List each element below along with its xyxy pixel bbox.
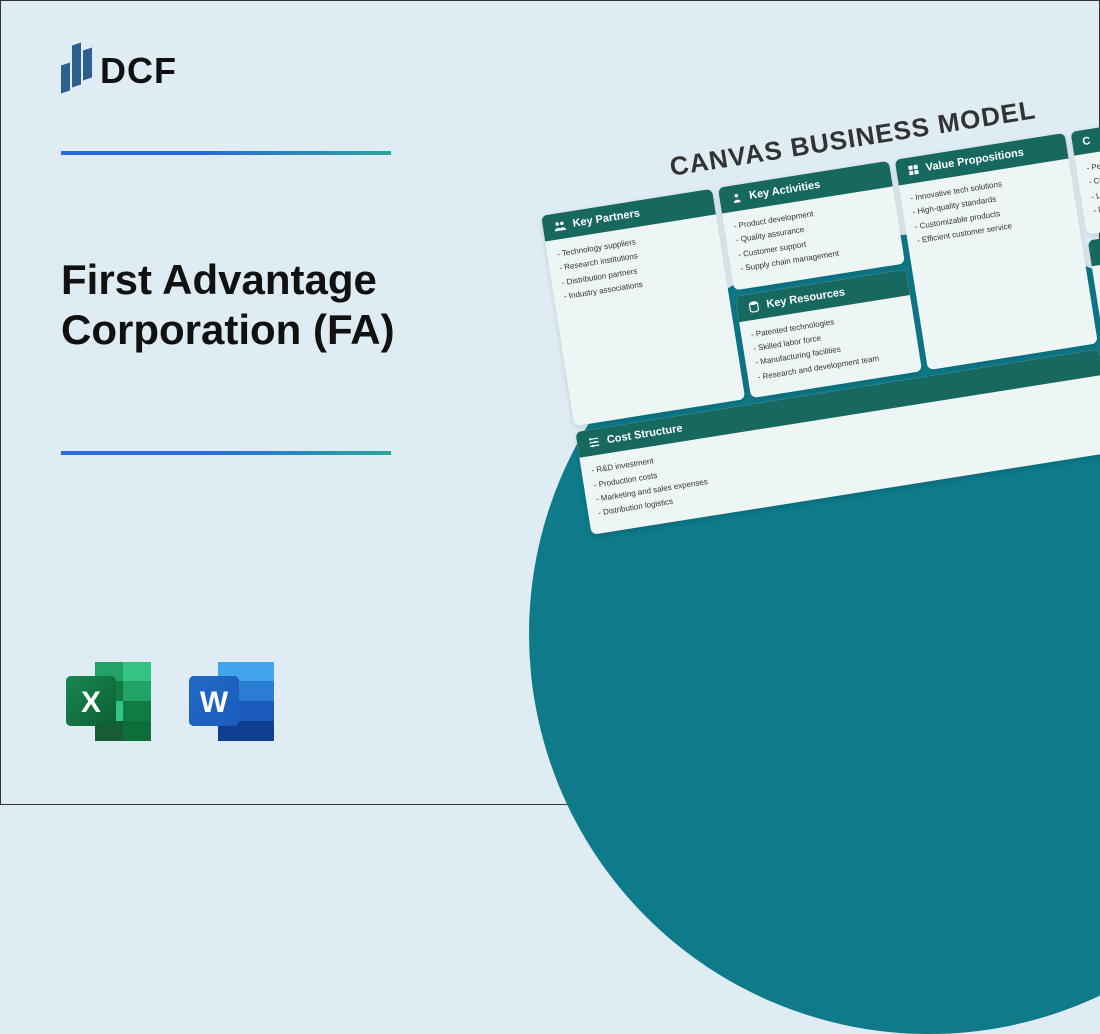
svg-text:W: W — [200, 686, 229, 719]
cell-value-propositions: Value Propositions Innovative tech solut… — [894, 133, 1098, 371]
cell-key-partners: Key Partners Technology suppliersResearc… — [541, 189, 745, 427]
dcf-logo: DCF — [61, 46, 481, 96]
divider-top — [61, 151, 391, 155]
partners-icon — [552, 218, 568, 234]
cell-label: Key Partners — [572, 207, 641, 229]
canvas-document: CANVAS BUSINESS MODEL Key Partners Techn… — [534, 73, 1100, 534]
cell-label: C — [1082, 135, 1092, 148]
divider-bottom — [61, 451, 391, 455]
logo-bars-icon — [61, 46, 92, 96]
resources-icon — [746, 298, 762, 314]
left-panel: DCF First Advantage Corporation (FA) — [61, 46, 481, 455]
cell-key-activities: Key Activities Product developmentQualit… — [718, 161, 905, 290]
page-title: First Advantage Corporation (FA) — [61, 255, 481, 356]
excel-icon: X — [61, 654, 156, 749]
app-icons-row: X W — [61, 654, 279, 749]
brand-text: DCF — [100, 50, 177, 92]
cell-key-resources: Key Resources Patented technologiesSkill… — [735, 269, 922, 398]
word-icon: W — [184, 654, 279, 749]
cost-icon — [586, 434, 602, 450]
svg-text:X: X — [81, 686, 101, 719]
activities-icon — [728, 190, 744, 206]
value-icon — [905, 162, 921, 178]
